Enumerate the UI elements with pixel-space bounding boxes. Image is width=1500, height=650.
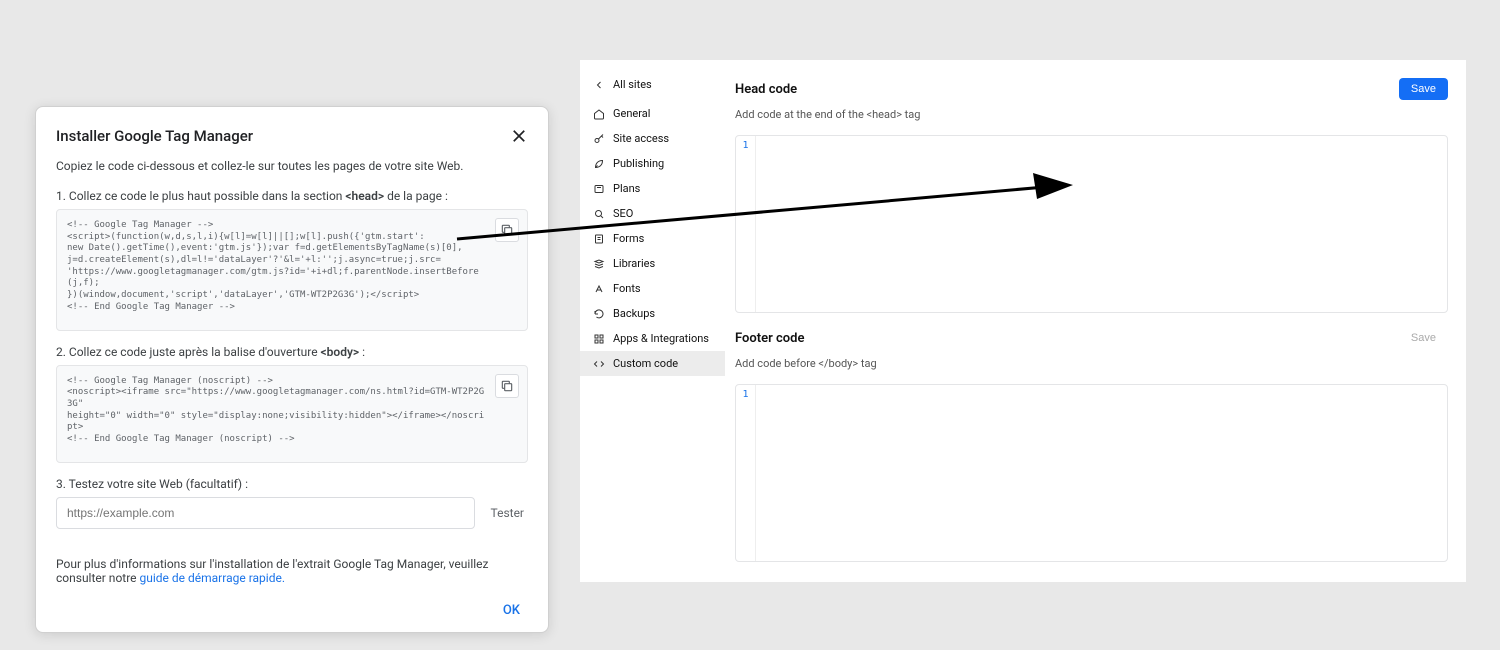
save-head-button[interactable]: Save: [1399, 78, 1448, 100]
quickstart-link[interactable]: guide de démarrage rapide.: [140, 571, 285, 585]
ok-button[interactable]: OK: [495, 597, 528, 624]
code-icon: [592, 357, 605, 370]
head-code-subtitle: Add code at the end of the <head> tag: [735, 108, 1448, 121]
custom-code-content: Head code Save Add code at the end of th…: [725, 60, 1466, 582]
footer-code-editor[interactable]: 1: [735, 384, 1448, 562]
sidebar-item-publishing[interactable]: Publishing: [580, 151, 725, 176]
code-text[interactable]: <!-- Google Tag Manager (noscript) --> <…: [67, 376, 487, 446]
site-settings-panel: All sites General Site access Publishing…: [580, 60, 1466, 582]
sidebar-item-custom-code[interactable]: Custom code: [580, 351, 725, 376]
body-code-snippet: <!-- Google Tag Manager (noscript) --> <…: [56, 365, 528, 463]
close-icon[interactable]: [510, 127, 528, 145]
copy-icon[interactable]: [495, 218, 519, 242]
sidebar-item-site-access[interactable]: Site access: [580, 126, 725, 151]
sidebar-item-libraries[interactable]: Libraries: [580, 251, 725, 276]
tester-button[interactable]: Tester: [487, 500, 529, 526]
rocket-icon: [592, 157, 605, 170]
step-2-label: 2. Collez ce code juste après la balise …: [56, 345, 528, 359]
modal-footer: OK: [56, 599, 528, 618]
head-code-snippet: <!-- Google Tag Manager --> <script>(fun…: [56, 209, 528, 331]
code-text[interactable]: <!-- Google Tag Manager --> <script>(fun…: [67, 220, 487, 314]
step-1-label: 1. Collez ce code le plus haut possible …: [56, 189, 528, 203]
fonts-icon: [592, 282, 605, 295]
sidebar-item-apps[interactable]: Apps & Integrations: [580, 326, 725, 351]
test-url-input[interactable]: [56, 497, 475, 529]
gtm-install-modal: Installer Google Tag Manager Copiez le c…: [35, 106, 549, 633]
modal-description: Copiez le code ci-dessous et collez-le s…: [56, 159, 528, 173]
sidebar-item-general[interactable]: General: [580, 101, 725, 126]
sidebar-item-backups[interactable]: Backups: [580, 301, 725, 326]
arrow-left-icon: [592, 78, 605, 91]
backup-icon: [592, 307, 605, 320]
sidebar-item-forms[interactable]: Forms: [580, 226, 725, 251]
footer-code-header: Footer code Save: [735, 327, 1448, 349]
test-row: Tester: [56, 497, 528, 529]
stack-icon: [592, 257, 605, 270]
save-footer-button[interactable]: Save: [1399, 327, 1448, 349]
back-all-sites[interactable]: All sites: [580, 72, 725, 101]
key-icon: [592, 132, 605, 145]
modal-title: Installer Google Tag Manager: [56, 127, 253, 145]
head-code-title: Head code: [735, 82, 797, 97]
search-icon: [592, 207, 605, 220]
head-code-editor[interactable]: 1: [735, 135, 1448, 313]
plans-icon: [592, 182, 605, 195]
grid-icon: [592, 332, 605, 345]
settings-sidebar: All sites General Site access Publishing…: [580, 60, 725, 582]
sidebar-item-seo[interactable]: SEO: [580, 201, 725, 226]
line-gutter: 1: [736, 136, 756, 312]
footer-code-title: Footer code: [735, 331, 804, 346]
step-3-label: 3. Testez votre site Web (facultatif) :: [56, 477, 528, 491]
footer-code-subtitle: Add code before </body> tag: [735, 357, 1448, 370]
info-text: Pour plus d'informations sur l'installat…: [56, 557, 528, 585]
sidebar-item-fonts[interactable]: Fonts: [580, 276, 725, 301]
head-code-header: Head code Save: [735, 78, 1448, 100]
sidebar-item-plans[interactable]: Plans: [580, 176, 725, 201]
line-gutter: 1: [736, 385, 756, 561]
copy-icon[interactable]: [495, 374, 519, 398]
forms-icon: [592, 232, 605, 245]
modal-header: Installer Google Tag Manager: [56, 127, 528, 145]
home-icon: [592, 107, 605, 120]
